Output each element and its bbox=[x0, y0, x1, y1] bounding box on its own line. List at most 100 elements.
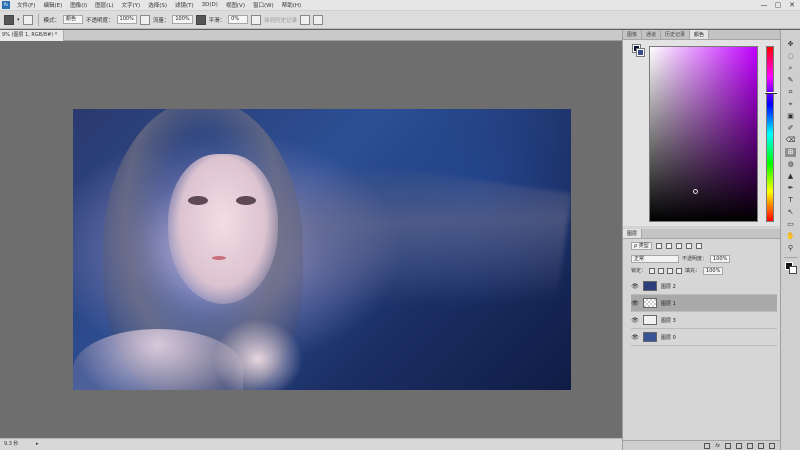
layer-name[interactable]: 图层 2 bbox=[661, 283, 676, 290]
lock-transparent-icon[interactable] bbox=[649, 267, 656, 274]
color-field-picker[interactable] bbox=[649, 46, 758, 222]
blend-mode-select[interactable]: 正常 bbox=[631, 254, 679, 263]
color-swatch[interactable] bbox=[632, 44, 645, 57]
pen-tool-icon[interactable]: ✒ bbox=[785, 184, 796, 193]
smoothing-options-gear-icon[interactable] bbox=[251, 14, 262, 25]
trash-icon[interactable] bbox=[769, 442, 775, 449]
canvas-area[interactable] bbox=[0, 41, 622, 438]
filter-smart-icon[interactable] bbox=[695, 242, 702, 249]
mode-select[interactable]: 颜色 bbox=[63, 15, 84, 24]
crop-tool-icon[interactable]: ⌗ bbox=[785, 88, 796, 97]
gradient-tool-icon[interactable]: ▲ bbox=[785, 172, 796, 181]
symmetry-icon[interactable] bbox=[313, 14, 324, 25]
eraser-tool-icon[interactable]: ◍ bbox=[785, 160, 796, 169]
foreground-background-swatch[interactable] bbox=[784, 262, 797, 274]
erase-to-history-checkbox[interactable]: 抹到历史记录 bbox=[264, 16, 297, 24]
tab-history[interactable]: 历史记录 bbox=[661, 30, 691, 39]
filter-adjustment-icon[interactable] bbox=[665, 242, 672, 249]
menu-layer[interactable]: 图层(L) bbox=[91, 1, 117, 9]
lock-all-icon[interactable] bbox=[676, 267, 683, 274]
healing-tool-icon[interactable]: ▣ bbox=[785, 112, 796, 121]
hue-marker[interactable] bbox=[765, 92, 777, 94]
layer-name[interactable]: 图层 3 bbox=[661, 317, 676, 324]
hue-slider[interactable] bbox=[765, 46, 777, 222]
fill-label: 填充： bbox=[685, 268, 701, 274]
lock-position-icon[interactable] bbox=[667, 267, 674, 274]
mouth-shape bbox=[212, 256, 226, 260]
layer-name[interactable]: 图层 0 bbox=[661, 334, 676, 341]
menu-help[interactable]: 帮助(H) bbox=[278, 1, 305, 9]
layer-row[interactable]: 👁 图层 3 bbox=[631, 312, 777, 329]
marquee-tool-icon[interactable]: ◌ bbox=[785, 52, 796, 61]
hand-tool-icon[interactable]: ✋ bbox=[785, 232, 796, 241]
new-layer-icon[interactable] bbox=[758, 442, 764, 449]
menu-select[interactable]: 选择(S) bbox=[144, 1, 171, 9]
smoothing-label: 平滑： bbox=[208, 17, 226, 24]
menu-window[interactable]: 窗口(W) bbox=[249, 1, 278, 9]
background-color-swatch[interactable] bbox=[636, 48, 645, 57]
visibility-eye-icon[interactable]: 👁 bbox=[631, 334, 639, 341]
shape-tool-icon[interactable]: ▭ bbox=[785, 220, 796, 229]
layers-panel: 图层 ρ 类型 正常 不透明度： 100% 锁定： 填充： 100% 👁 图层 … bbox=[623, 229, 781, 450]
menu-filter[interactable]: 滤镜(T) bbox=[171, 1, 198, 9]
layer-row-selected[interactable]: 👁 图层 1 bbox=[631, 295, 777, 312]
lasso-tool-icon[interactable]: ⌕ bbox=[785, 64, 796, 73]
tab-color[interactable]: 颜色 bbox=[690, 30, 710, 39]
visibility-eye-icon[interactable]: 👁 bbox=[631, 283, 639, 290]
brush-preset-icon[interactable] bbox=[4, 14, 14, 25]
filter-shape-icon[interactable] bbox=[685, 242, 692, 249]
document-tab-bar: 9% (图层 1, RGB/8#) * bbox=[0, 30, 625, 41]
menu-edit[interactable]: 编辑(E) bbox=[39, 1, 66, 9]
menu-view[interactable]: 视图(V) bbox=[222, 1, 249, 9]
flow-input[interactable]: 100% bbox=[172, 15, 193, 24]
layer-kind-select[interactable]: ρ 类型 bbox=[631, 241, 652, 250]
minimize-icon[interactable]: — bbox=[760, 1, 768, 9]
eyedropper-tool-icon[interactable]: ⌖ bbox=[785, 100, 796, 109]
path-select-tool-icon[interactable]: ↖ bbox=[785, 208, 796, 217]
visibility-eye-icon[interactable]: 👁 bbox=[631, 300, 639, 307]
opacity-input[interactable]: 100% bbox=[116, 15, 137, 24]
pressure-opacity-icon[interactable] bbox=[139, 14, 150, 25]
close-icon[interactable]: ✕ bbox=[788, 1, 796, 9]
filter-pixel-icon[interactable] bbox=[655, 242, 662, 249]
color-picker-circle-icon[interactable] bbox=[693, 189, 698, 194]
tab-channels[interactable]: 通道 bbox=[642, 30, 662, 39]
background-color-swatch[interactable] bbox=[788, 266, 797, 274]
layer-thumbnail bbox=[643, 281, 657, 291]
status-menu-arrow-icon[interactable]: ▸ bbox=[36, 439, 39, 450]
new-group-icon[interactable] bbox=[747, 442, 753, 449]
layer-name[interactable]: 图层 1 bbox=[661, 300, 676, 307]
menu-type[interactable]: 文字(Y) bbox=[118, 1, 145, 9]
quick-select-tool-icon[interactable]: ✎ bbox=[785, 76, 796, 85]
chevron-down-icon[interactable]: ▾ bbox=[17, 17, 20, 23]
filter-type-icon[interactable] bbox=[675, 242, 682, 249]
menu-file[interactable]: 文件(F) bbox=[13, 1, 39, 9]
document-tab[interactable]: 9% (图层 1, RGB/8#) * bbox=[0, 30, 64, 41]
smoothing-input[interactable]: 0% bbox=[228, 15, 249, 24]
type-tool-icon[interactable]: T bbox=[785, 196, 796, 205]
fx-button[interactable]: fx bbox=[715, 443, 720, 449]
maximize-icon[interactable]: ▢ bbox=[774, 1, 782, 9]
layer-row[interactable]: 👁 图层 2 bbox=[631, 278, 777, 295]
brush-settings-icon[interactable] bbox=[22, 14, 33, 25]
document-canvas-image[interactable] bbox=[73, 109, 571, 390]
adjustment-layer-icon[interactable] bbox=[736, 442, 742, 449]
link-layers-icon[interactable] bbox=[704, 442, 711, 449]
tab-layers[interactable]: 图层 bbox=[623, 229, 643, 238]
tab-image[interactable]: 图像 bbox=[623, 30, 643, 39]
pressure-size-icon[interactable] bbox=[300, 14, 311, 25]
brush-tool-icon[interactable]: ✐ bbox=[785, 124, 796, 133]
lock-image-icon[interactable] bbox=[658, 267, 665, 274]
visibility-eye-icon[interactable]: 👁 bbox=[631, 317, 639, 324]
clone-stamp-tool-icon[interactable]: ⌫ bbox=[785, 136, 796, 145]
zoom-tool-icon[interactable]: ⚲ bbox=[785, 244, 796, 253]
move-tool-icon[interactable]: ✥ bbox=[785, 40, 796, 49]
menu-3d[interactable]: 3D(D) bbox=[198, 2, 222, 8]
layer-row[interactable]: 👁 图层 0 bbox=[631, 329, 777, 346]
menu-image[interactable]: 图像(I) bbox=[66, 1, 91, 9]
add-mask-icon[interactable] bbox=[725, 442, 731, 449]
airbrush-icon[interactable] bbox=[195, 14, 206, 25]
fill-input[interactable]: 100% bbox=[703, 266, 724, 275]
history-brush-tool-icon[interactable]: ⊞ bbox=[785, 148, 796, 157]
layer-opacity-input[interactable]: 100% bbox=[710, 254, 731, 263]
